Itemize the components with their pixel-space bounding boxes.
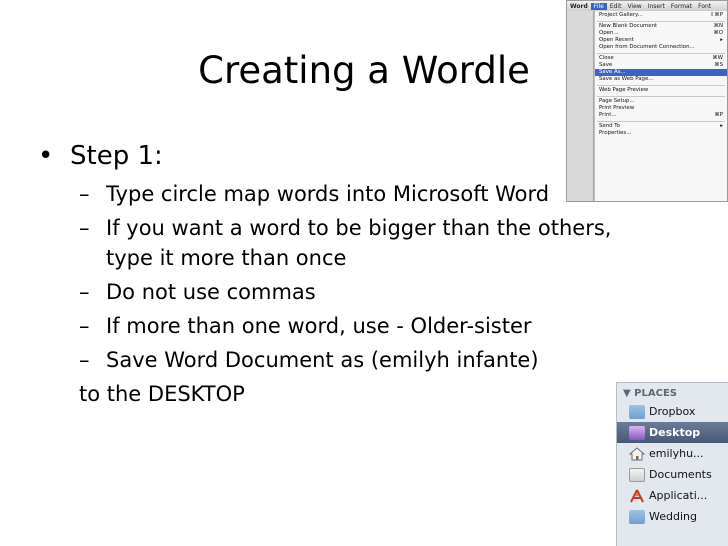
menu-item-open-recent[interactable]: Open Recent ▸ [595, 37, 727, 44]
menu-item-print[interactable]: Print... ⌘P [595, 112, 727, 119]
sidebar-item-label: Desktop [649, 426, 701, 439]
dash-icon: – [79, 314, 90, 338]
menu-font[interactable]: Font [695, 3, 714, 10]
documents-icon [629, 467, 645, 482]
trailing-line: to the DESKTOP [79, 382, 245, 406]
menu-item-close[interactable]: Close ⌘W [595, 55, 727, 62]
file-menu-dropdown: Project Gallery... ⇧⌘P New Blank Document… [595, 11, 727, 201]
sub-bullet: – Type circle map words into Microsoft W… [38, 179, 658, 209]
sidebar-item-desktop[interactable]: Desktop [617, 422, 728, 443]
menu-word[interactable]: Word [567, 3, 591, 10]
bullet-list: • Step 1: – Type circle map words into M… [38, 137, 658, 413]
menu-item-project-gallery[interactable]: Project Gallery... ⇧⌘P [595, 12, 727, 19]
menu-item-new-blank[interactable]: New Blank Document ⌘N [595, 23, 727, 30]
folder-icon [629, 509, 645, 524]
finder-places-sidebar: ▼ PLACES Dropbox Desktop emilyhu... Docu… [616, 382, 728, 546]
sub-bullet-text: Type circle map words into Microsoft Wor… [106, 182, 550, 206]
menu-item-save-web-page[interactable]: Save as Web Page... [595, 76, 727, 83]
menu-item-properties[interactable]: Properties... [595, 130, 727, 137]
sidebar-item-label: Wedding [649, 510, 697, 523]
menu-insert[interactable]: Insert [645, 3, 668, 10]
menu-item-open[interactable]: Open... ⌘O [595, 30, 727, 37]
bullet-step-1: • Step 1: [38, 137, 658, 175]
sub-bullet-text: If you want a word to be bigger than the… [106, 216, 612, 270]
sidebar-item-label: emilyhu... [649, 447, 704, 460]
sub-bullet: – Do not use commas [38, 277, 658, 307]
menu-item-send-to[interactable]: Send To ▸ [595, 123, 727, 130]
sidebar-item-label: Applicati... [649, 489, 708, 502]
word-file-menu-screenshot: Word File Edit View Insert Format Font P… [566, 0, 728, 202]
menu-separator [597, 52, 725, 54]
sub-bullet-text: If more than one word, use - Older-siste… [106, 314, 532, 338]
dash-icon: – [79, 216, 90, 240]
sidebar-item-applications[interactable]: Applicati... [617, 485, 728, 506]
menu-format[interactable]: Format [668, 3, 695, 10]
menu-item-save-as[interactable]: Save As... [595, 69, 727, 76]
sub-bullet-text: Do not use commas [106, 280, 316, 304]
sidebar-item-wedding[interactable]: Wedding [617, 506, 728, 527]
dash-icon: – [79, 280, 90, 304]
step-label: Step 1: [70, 141, 163, 171]
sidebar-item-label: Documents [649, 468, 712, 481]
menu-item-print-preview[interactable]: Print Preview [595, 105, 727, 112]
sidebar-item-home[interactable]: emilyhu... [617, 443, 728, 464]
sidebar-item-label: Dropbox [649, 405, 696, 418]
toolbar-strip [567, 11, 594, 201]
menu-edit[interactable]: Edit [607, 3, 625, 10]
slide: Creating a Wordle • Step 1: – Type circl… [0, 0, 728, 546]
sub-bullet: – If more than one word, use - Older-sis… [38, 311, 658, 341]
sub-bullet-text: Save Word Document as (emilyh infante) [106, 348, 539, 372]
menu-item-web-preview[interactable]: Web Page Preview [595, 87, 727, 94]
menu-item-page-setup[interactable]: Page Setup... [595, 98, 727, 105]
home-icon [629, 446, 645, 461]
desktop-icon [629, 425, 645, 440]
applications-icon [629, 489, 645, 503]
dash-icon: – [79, 182, 90, 206]
menu-separator [597, 120, 725, 122]
dash-icon: – [79, 348, 90, 372]
folder-icon [629, 404, 645, 419]
menu-separator [597, 84, 725, 86]
places-header: ▼ PLACES [623, 388, 677, 399]
menu-item-open-connection[interactable]: Open from Document Connection... [595, 44, 727, 51]
menu-file[interactable]: File [590, 2, 607, 10]
menu-view[interactable]: View [624, 3, 644, 10]
sub-bullet: – Save Word Document as (emilyh infante) [38, 345, 658, 375]
menu-separator [597, 20, 725, 22]
bullet-dot-icon: • [38, 141, 54, 171]
sub-bullet: – If you want a word to be bigger than t… [38, 213, 658, 273]
sidebar-item-documents[interactable]: Documents [617, 464, 728, 485]
menu-item-save[interactable]: Save ⌘S [595, 62, 727, 69]
sidebar-item-dropbox[interactable]: Dropbox [617, 401, 728, 422]
menu-separator [597, 95, 725, 97]
